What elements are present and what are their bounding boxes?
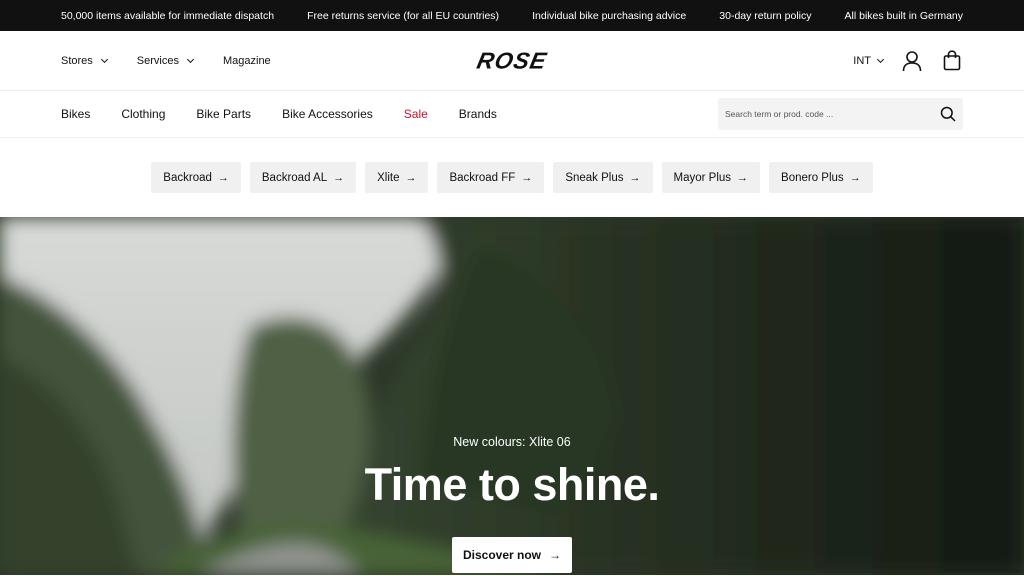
shopping-bag-icon <box>943 50 961 71</box>
header-left-menu: Stores Services Magazine <box>61 55 271 67</box>
chip-backroad-al[interactable]: Backroad AL → <box>249 162 357 193</box>
hero-eyebrow: New colours: Xlite 06 <box>453 435 571 449</box>
nav-bike-accessories[interactable]: Bike Accessories <box>282 107 373 121</box>
announcement-bar: 50,000 items available for immediate dis… <box>0 0 1024 31</box>
stores-label: Stores <box>61 54 93 67</box>
nav-links: Bikes Clothing Bike Parts Bike Accessori… <box>61 107 497 121</box>
chip-bonero-plus[interactable]: Bonero Plus → <box>769 162 873 193</box>
search-icon[interactable] <box>940 106 956 122</box>
chip-sneak-plus[interactable]: Sneak Plus → <box>553 162 653 193</box>
announcement-returns: Free returns service (for all EU countri… <box>307 9 500 22</box>
arrow-right-icon: → <box>549 548 562 562</box>
chip-label: Xlite <box>377 171 400 184</box>
account-button[interactable] <box>901 50 923 72</box>
announcement-return-policy: 30-day return policy <box>719 9 812 22</box>
language-label: INT <box>853 54 871 67</box>
magazine-link[interactable]: Magazine <box>223 55 271 67</box>
arrow-right-icon: → <box>629 171 641 184</box>
nav-brands[interactable]: Brands <box>459 107 497 121</box>
chip-label: Backroad AL <box>261 171 328 184</box>
language-selector[interactable]: INT <box>853 54 885 67</box>
hero-title: Time to shine. <box>364 459 660 510</box>
arrow-right-icon: → <box>737 171 749 184</box>
model-quick-links: Backroad → Backroad AL → Xlite → Backroa… <box>0 138 1024 217</box>
arrow-right-icon: → <box>521 171 533 184</box>
announcement-germany: All bikes built in Germany <box>844 9 963 22</box>
cta-label: Discover now <box>462 548 542 562</box>
services-dropdown[interactable]: Services <box>136 54 195 67</box>
chip-label: Backroad <box>163 171 212 184</box>
nav-bike-parts[interactable]: Bike Parts <box>196 107 251 121</box>
chip-label: Mayor Plus <box>673 171 732 184</box>
hero-background-image <box>0 217 1024 575</box>
site-header: Stores Services Magazine ROSE INT <box>0 31 1024 91</box>
magazine-label: Magazine <box>222 54 271 67</box>
arrow-right-icon: → <box>333 171 345 184</box>
arrow-right-icon: → <box>405 171 417 184</box>
chevron-down-icon <box>186 55 195 63</box>
chip-label: Backroad FF <box>449 171 516 184</box>
hero-content: New colours: Xlite 06 Time to shine. <box>0 435 1024 511</box>
chip-label: Bonero Plus <box>781 171 844 184</box>
cart-button[interactable] <box>941 50 963 72</box>
nav-clothing[interactable]: Clothing <box>121 107 165 121</box>
chip-mayor-plus[interactable]: Mayor Plus → <box>661 162 761 193</box>
stores-dropdown[interactable]: Stores <box>61 54 108 67</box>
announcement-dispatch: 50,000 items available for immediate dis… <box>61 9 275 22</box>
chevron-down-icon <box>100 55 108 63</box>
arrow-right-icon: → <box>849 171 861 184</box>
search-box <box>718 98 963 130</box>
services-label: Services <box>136 54 179 67</box>
chip-label: Sneak Plus <box>565 171 624 184</box>
nav-bikes[interactable]: Bikes <box>61 107 90 121</box>
hero-banner: New colours: Xlite 06 Time to shine. Dis… <box>0 217 1024 575</box>
user-icon <box>902 50 922 71</box>
discover-now-button[interactable]: Discover now → <box>452 537 572 573</box>
main-nav: Bikes Clothing Bike Parts Bike Accessori… <box>0 91 1024 138</box>
chip-backroad-ff[interactable]: Backroad FF → <box>437 162 545 193</box>
rose-logo[interactable]: ROSE <box>475 47 550 74</box>
announcement-advice: Individual bike purchasing advice <box>532 9 687 22</box>
arrow-right-icon: → <box>217 171 229 184</box>
nav-sale[interactable]: Sale <box>404 107 428 121</box>
chip-xlite[interactable]: Xlite → <box>365 162 429 193</box>
search-input[interactable] <box>725 109 940 119</box>
header-right-menu: INT <box>853 50 963 72</box>
chevron-down-icon <box>876 55 885 63</box>
chip-backroad[interactable]: Backroad → <box>151 162 241 193</box>
